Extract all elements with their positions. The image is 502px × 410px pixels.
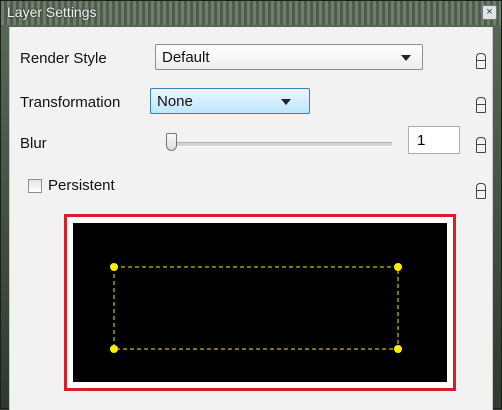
preview-canvas: [73, 223, 447, 382]
handle-bottom-right[interactable]: [394, 345, 402, 353]
render-style-label: Render Style: [20, 50, 107, 67]
settings-panel: Render Style Default Transformation None…: [9, 27, 493, 410]
chevron-down-icon: [281, 99, 291, 105]
handle-top-left[interactable]: [110, 263, 118, 271]
persistent-label: Persistent: [48, 177, 115, 194]
lock-icon[interactable]: [475, 53, 486, 69]
title-bar[interactable]: Layer Settings ×: [1, 1, 501, 25]
handle-top-right[interactable]: [394, 263, 402, 271]
blur-slider-track[interactable]: [170, 142, 392, 147]
layer-bounds: [110, 263, 402, 353]
transformation-value: None: [157, 93, 193, 110]
transformation-label: Transformation: [20, 94, 121, 111]
close-icon[interactable]: ×: [482, 5, 497, 20]
preview-frame: [64, 214, 456, 391]
lock-icon[interactable]: [475, 137, 486, 153]
render-style-value: Default: [162, 49, 210, 66]
chevron-down-icon: [401, 55, 411, 61]
persistent-checkbox[interactable]: [28, 179, 42, 193]
blur-slider-thumb[interactable]: [166, 133, 177, 151]
render-style-dropdown[interactable]: Default: [155, 44, 423, 70]
lock-icon[interactable]: [475, 183, 486, 199]
dashed-bounds-rect: [113, 266, 399, 350]
blur-value-field[interactable]: 1: [408, 126, 460, 154]
lock-icon[interactable]: [475, 97, 486, 113]
window-title: Layer Settings: [7, 4, 97, 20]
blur-value: 1: [417, 132, 426, 149]
blur-label: Blur: [20, 135, 47, 152]
handle-bottom-left[interactable]: [110, 345, 118, 353]
layer-settings-window: Layer Settings × Render Style Default Tr…: [0, 0, 502, 410]
transformation-dropdown[interactable]: None: [150, 88, 310, 114]
